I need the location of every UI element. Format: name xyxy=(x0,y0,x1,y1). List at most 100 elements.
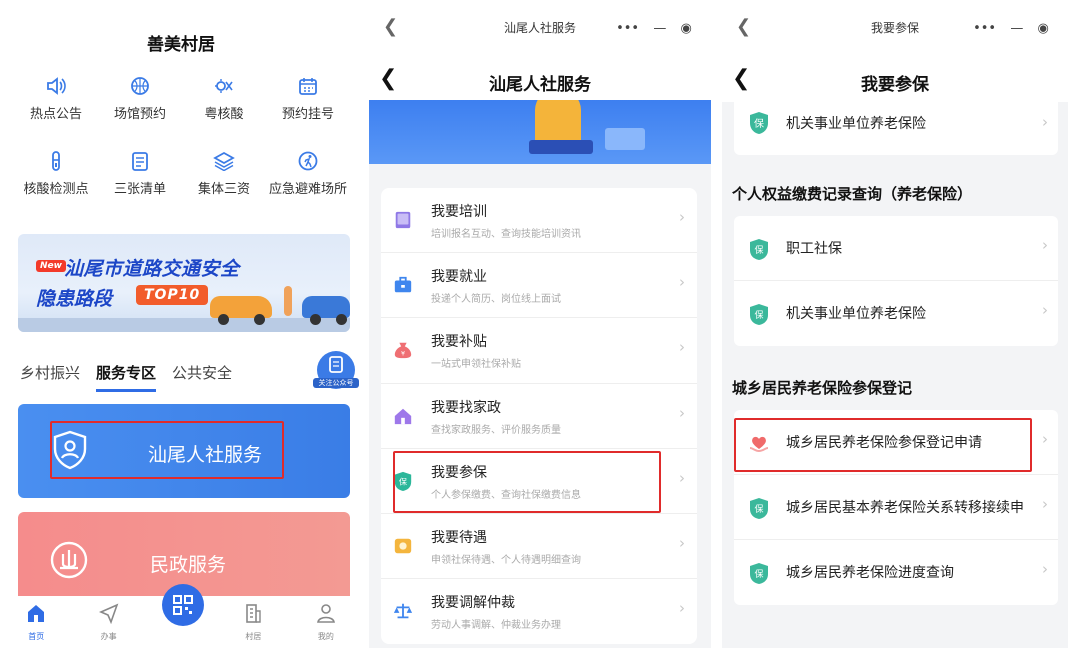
svg-text:¥: ¥ xyxy=(401,351,405,358)
banner-subline: 隐患路段 xyxy=(36,288,113,310)
hr-service-screen: ❮ 汕尾人社服务 ••• — ◉ ❮ 汕尾人社服务 我要培训 培训报名互动、查询技… xyxy=(369,0,711,648)
item-title: 机关事业单位养老保险 xyxy=(786,306,926,322)
grid-item-test-sites[interactable]: 核酸检测点 xyxy=(14,151,98,197)
nav-label: 办事 xyxy=(100,632,117,641)
grid-item-collective-assets[interactable]: 集体三资 xyxy=(182,151,266,197)
grid-item-venue-booking[interactable]: 场馆预约 xyxy=(98,76,182,122)
tab-public-safety[interactable]: 公共安全 xyxy=(172,362,232,392)
grid-label: 集体三资 xyxy=(197,182,250,197)
hero-illustration xyxy=(369,100,711,164)
building-icon xyxy=(246,604,262,623)
list-item[interactable]: 保 机关事业单位养老保险 › xyxy=(734,281,1058,346)
book-icon xyxy=(395,211,411,229)
item-title: 我要调解仲裁 xyxy=(431,595,515,612)
shield-badge-text: 保 xyxy=(754,244,763,256)
home-icon xyxy=(28,605,45,622)
item-title: 机关事业单位养老保险 xyxy=(786,116,926,132)
qr-code-icon xyxy=(173,595,193,615)
grid-label: 三张清单 xyxy=(113,182,166,197)
shield-badge-text: 保 xyxy=(754,117,764,130)
traffic-safety-banner[interactable]: New 汕尾市道路交通安全 隐患路段 TOP10 xyxy=(18,234,350,332)
banner-headline: 汕尾市道路交通安全 xyxy=(64,258,240,280)
item-title: 我要就业 xyxy=(431,269,487,286)
page-title: 我要参保 xyxy=(861,75,929,95)
grid-item-emergency-shelter[interactable]: 应急避难场所 xyxy=(266,151,350,197)
item-subtitle: 培训报名互动、查询技能培训资讯 xyxy=(431,229,581,240)
item-title: 城乡居民养老保险进度查询 xyxy=(786,565,954,581)
item-subtitle: 申领社保待遇、个人待遇明细查询 xyxy=(431,554,581,566)
wheel xyxy=(310,314,321,325)
shield-badge-text: 保 xyxy=(754,503,763,515)
item-title: 城乡居民基本养老保险关系转移接续申 xyxy=(786,500,1024,516)
laptop-illustration xyxy=(529,140,593,154)
service-list-item[interactable]: 我要调解仲裁 劳动人事调解、仲裁业务办理 › xyxy=(381,579,697,644)
nav-label: 村居 xyxy=(245,632,262,641)
service-list-item[interactable]: 我要待遇 申领社保待遇、个人待遇明细查询 › xyxy=(381,514,697,580)
test-tube-icon xyxy=(52,151,60,171)
service-list-item[interactable]: ¥ 我要补贴一站式申领社保补贴 › xyxy=(381,318,697,384)
item-subtitle: 投递个人简历、岗位线上面试 xyxy=(431,294,561,306)
mini-program-capsule: ••• — ◉ xyxy=(609,14,699,42)
document-icon xyxy=(329,356,343,373)
list-item[interactable]: 保 职工社保 › xyxy=(734,216,1058,281)
scan-qr-button[interactable] xyxy=(162,584,204,626)
chevron-right-icon: › xyxy=(679,273,685,292)
banner-road xyxy=(18,318,350,332)
service-list-item[interactable]: 我要找家政 查找家政服务、评价服务质量 › xyxy=(381,384,697,449)
wheel xyxy=(336,314,347,325)
highlight-box xyxy=(393,451,661,513)
speaker-icon xyxy=(47,77,66,95)
list-item[interactable]: 保 城乡居民养老保险进度查询 › xyxy=(734,540,1058,605)
minimize-icon[interactable]: — xyxy=(653,21,666,36)
nav-home[interactable]: 首页 xyxy=(0,596,72,648)
chevron-right-icon: › xyxy=(679,338,685,357)
nav-village[interactable]: 村居 xyxy=(217,596,289,648)
grid-item-three-lists[interactable]: 三张清单 xyxy=(98,151,182,197)
run-icon xyxy=(298,151,318,171)
item-title: 职工社保 xyxy=(786,241,842,257)
service-list-item[interactable]: 我要培训 培训报名互动、查询技能培训资讯 › xyxy=(381,188,697,254)
follow-official-account-button[interactable]: 关注公众号 xyxy=(313,351,359,389)
item-title: 我要找家政 xyxy=(431,399,501,416)
nav-mine[interactable]: 我的 xyxy=(290,596,362,648)
calendar-icon xyxy=(299,78,317,95)
basketball-icon xyxy=(131,77,149,95)
person-illustration xyxy=(284,286,292,316)
close-target-icon[interactable]: ◉ xyxy=(681,21,692,36)
mini-program-title-bar: ❮ 我要参保 ••• — ◉ xyxy=(722,0,1068,58)
tab-rural-revitalization[interactable]: 乡村振兴 xyxy=(20,362,80,392)
close-target-icon[interactable]: ◉ xyxy=(1038,21,1049,36)
item-subtitle: 一站式申领社保补贴 xyxy=(431,359,521,371)
shield-icon: 保 xyxy=(750,498,768,519)
more-icon[interactable]: ••• xyxy=(973,21,996,36)
shield-icon: 保 xyxy=(750,239,768,260)
wheel xyxy=(254,314,265,325)
item-subtitle: 查找家政服务、评价服务质量 xyxy=(431,424,561,436)
navigation-bar: ❮ 汕尾人社服务 xyxy=(369,58,711,102)
item-title: 我要补贴 xyxy=(431,334,487,351)
chevron-right-icon: › xyxy=(1042,430,1048,448)
follow-label: 关注公众号 xyxy=(313,378,359,388)
grid-label: 热点公告 xyxy=(29,107,82,122)
new-badge: New xyxy=(36,260,66,272)
list-item[interactable]: 保 城乡居民基本养老保险关系转移接续申 › xyxy=(734,475,1058,540)
record-query-list: 保 职工社保 › 保 机关事业单位养老保险 › xyxy=(734,216,1058,346)
minimize-icon[interactable]: — xyxy=(1010,21,1023,36)
insurance-enrollment-screen: ❮ 我要参保 ••• — ◉ ❮ 我要参保 保 机关事业单位养老保险 › 个人权… xyxy=(722,0,1068,648)
service-list-item[interactable]: 我要就业投递个人简历、岗位线上面试 › xyxy=(381,253,697,319)
grid-item-nucleic-acid[interactable]: 粤核酸 xyxy=(182,76,266,122)
grid-item-hot-notice[interactable]: 热点公告 xyxy=(14,76,98,122)
chevron-right-icon: › xyxy=(1042,301,1048,319)
list-item-government-pension[interactable]: 保 机关事业单位养老保险 › xyxy=(734,93,1058,155)
layers-icon xyxy=(213,151,235,171)
shield-badge-text: 保 xyxy=(754,309,763,321)
chevron-right-icon: › xyxy=(1042,113,1048,131)
coin-icon xyxy=(394,538,412,554)
more-icon[interactable]: ••• xyxy=(616,21,639,36)
nav-affairs[interactable]: 办事 xyxy=(72,596,144,648)
village-app-home-screen: 善美村居 热点公告 场馆预约 粤核酸 预约挂号 核酸检测点 三张清单 集体三资 … xyxy=(0,0,362,648)
banner-tag: TOP10 xyxy=(136,285,209,305)
tab-service-zone[interactable]: 服务专区 xyxy=(96,362,157,392)
grid-item-appointment[interactable]: 预约挂号 xyxy=(266,76,350,122)
chevron-right-icon: › xyxy=(679,208,685,226)
